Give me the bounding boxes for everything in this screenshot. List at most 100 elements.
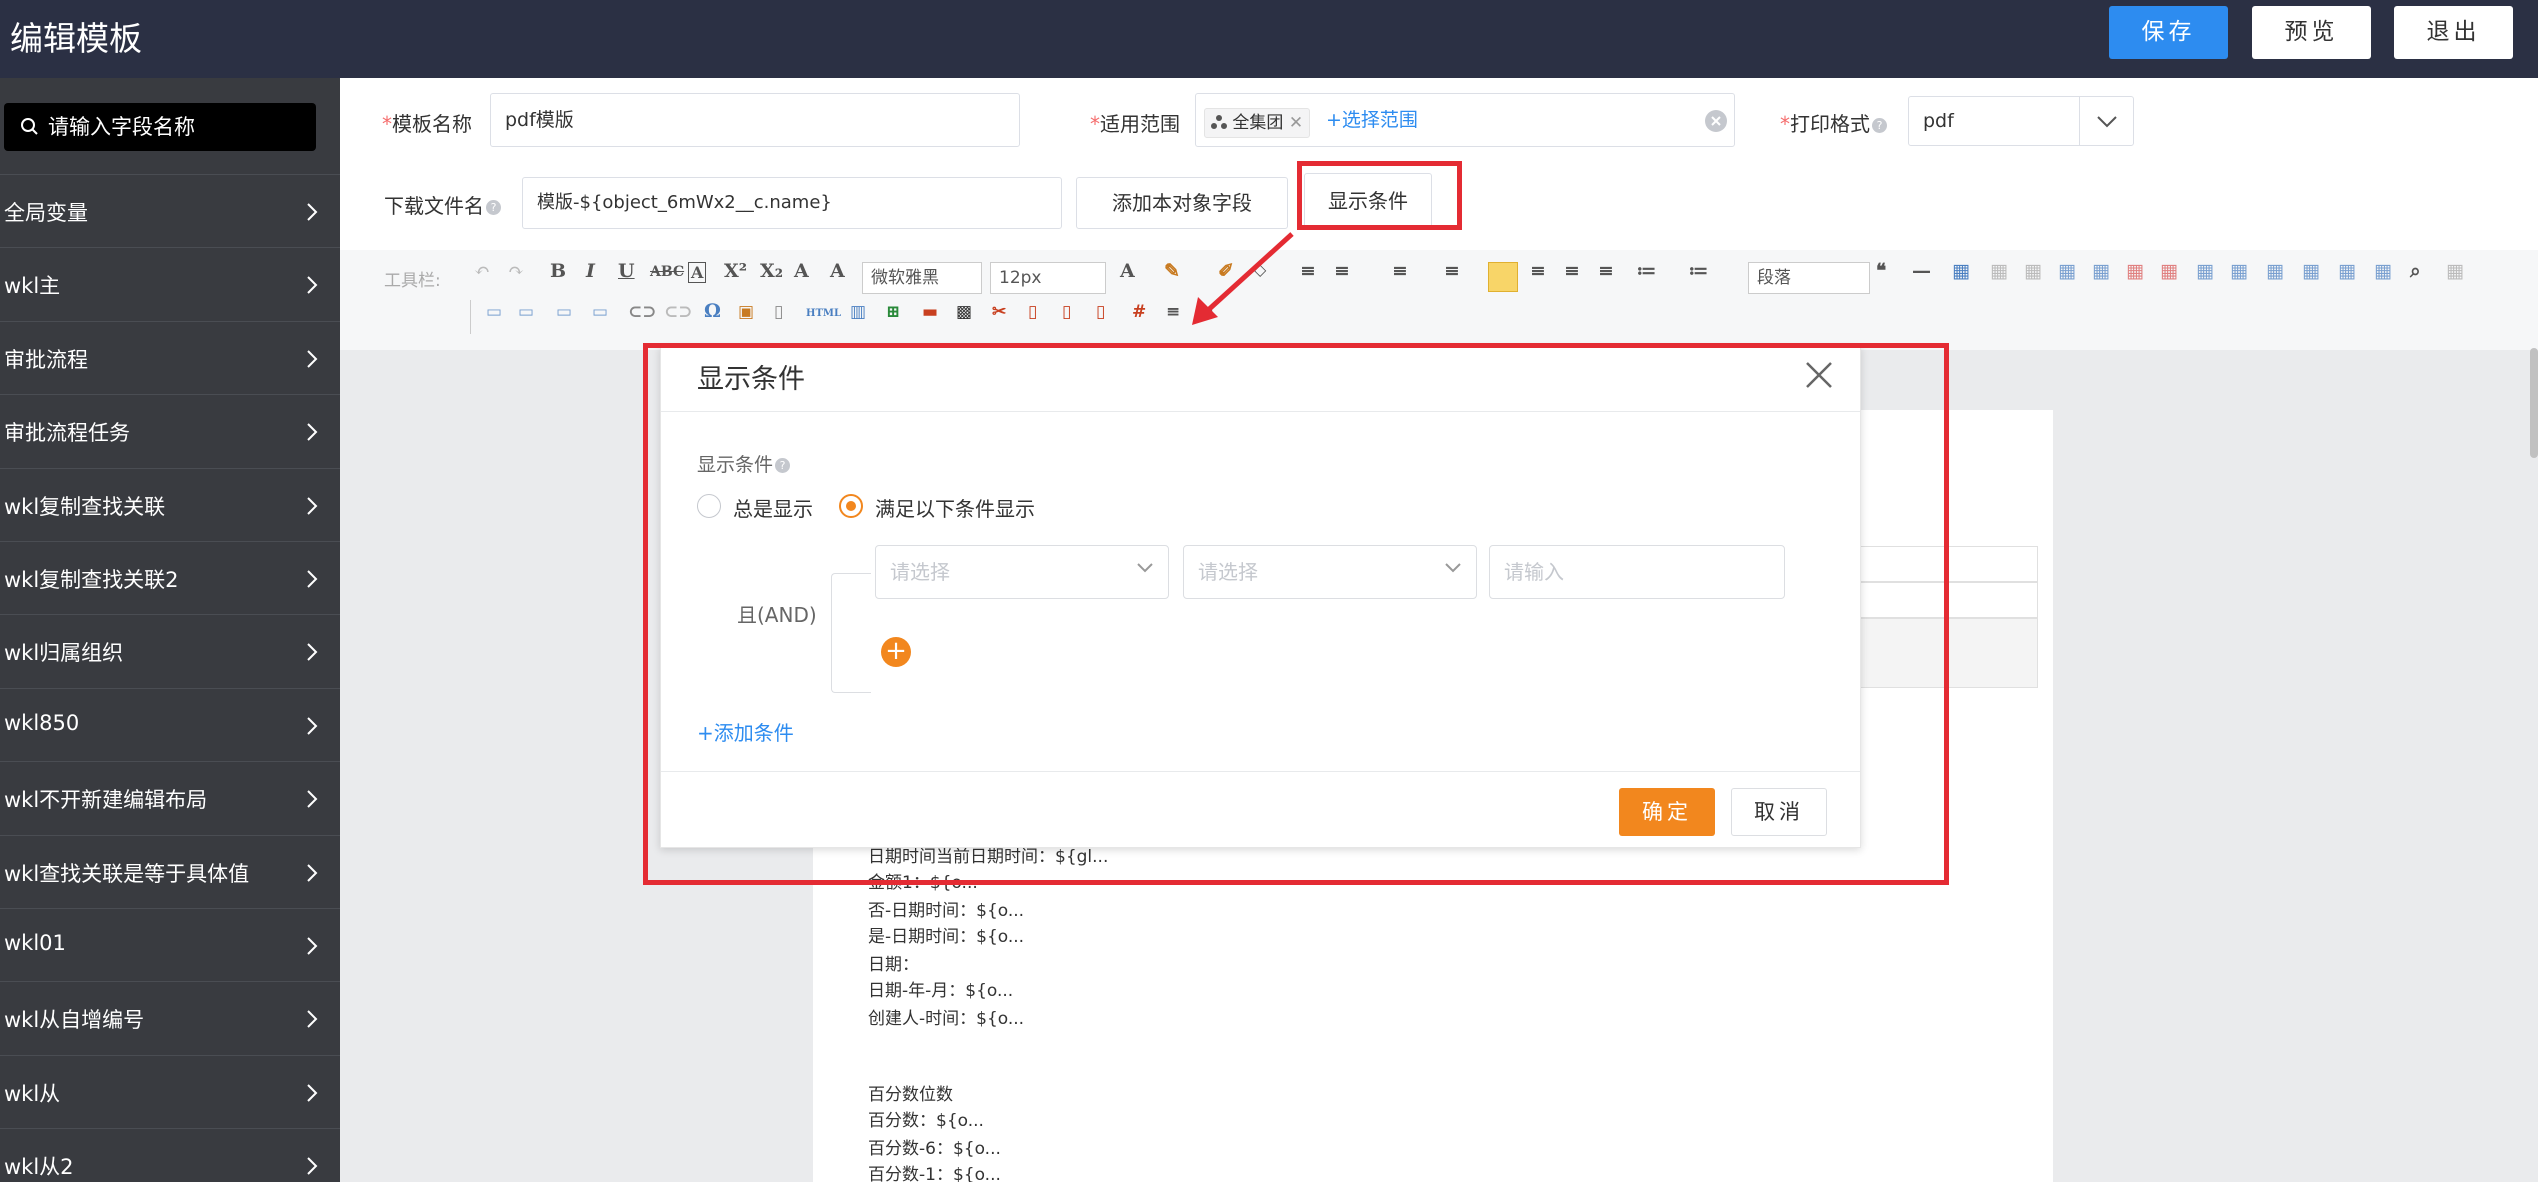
insert-icon[interactable]: ▭ [518, 302, 534, 322]
superscript-icon[interactable]: X² [724, 260, 747, 282]
vertical-align-icon[interactable]: ≡ [1444, 260, 1460, 282]
file-icon[interactable]: ▯ [774, 302, 783, 322]
sidebar-item[interactable]: wkl01 [0, 908, 340, 981]
table-tool-icon[interactable]: ▦ [2302, 260, 2320, 282]
sidebar-item[interactable]: wkl从2 [0, 1128, 340, 1182]
table-tool-icon[interactable]: ▦ [2266, 260, 2284, 282]
ordered-list-icon[interactable]: ≔ [1636, 260, 1657, 282]
rotate-icon[interactable]: ↻ [1200, 302, 1214, 322]
align-justify-icon[interactable]: ≡ [1598, 260, 1614, 282]
brush-icon[interactable]: ✐ [1218, 260, 1234, 282]
clear-icon[interactable] [1704, 109, 1728, 133]
sidebar-item[interactable]: wkl复制查找关联 [0, 467, 340, 541]
field-search-input[interactable] [48, 103, 308, 151]
chevron-down-icon [2097, 116, 2117, 128]
scope-input[interactable]: 全集团 ✕ +选择范围 [1195, 93, 1735, 147]
table-tool-icon[interactable]: ▦ [1990, 260, 2008, 282]
strikethrough-icon[interactable]: ABC [650, 264, 684, 280]
clear-format-icon[interactable]: A [830, 260, 845, 282]
unordered-list-icon[interactable]: ≔ [1688, 260, 1709, 282]
image-icon[interactable]: ▣ [738, 302, 754, 322]
undo-icon[interactable]: ↶ [474, 260, 490, 282]
blockquote-icon[interactable]: ❝ [1876, 260, 1886, 282]
hash-icon[interactable]: # [1132, 302, 1146, 322]
page-break-icon[interactable]: ≡ [1166, 302, 1180, 322]
underline-icon[interactable]: U [618, 260, 635, 282]
sidebar-item[interactable]: wkl不开新建编辑布局 [0, 761, 340, 834]
eraser-icon[interactable]: ◇ [1254, 260, 1266, 279]
table-icon[interactable]: ▦ [1952, 260, 1970, 282]
align-right-icon[interactable]: ≡ [1564, 260, 1580, 282]
sidebar-item-label: wkl主 [4, 274, 61, 299]
columns-icon[interactable]: ▥ [850, 302, 866, 322]
italic-icon[interactable]: I [586, 260, 595, 282]
sidebar-item[interactable]: wkl从 [0, 1054, 340, 1128]
sidebar-item[interactable]: wkl850 [0, 687, 340, 761]
insert-icon[interactable]: ▭ [592, 302, 608, 322]
sidebar-item[interactable]: wkl主 [0, 247, 340, 320]
exit-button[interactable]: 退出 [2394, 6, 2513, 59]
insert-icon[interactable]: ▭ [486, 302, 502, 322]
scrollbar-thumb[interactable] [2530, 348, 2538, 458]
scope-tag-label: 全集团 [1232, 113, 1284, 133]
doc-icon[interactable]: ▯ [1096, 302, 1105, 322]
unlink-icon[interactable]: ⊂⊃ [664, 302, 693, 322]
doc-icon[interactable]: ▯ [1028, 302, 1037, 322]
template-name-input[interactable]: pdf模版 [490, 93, 1020, 147]
search-replace-icon[interactable]: ⌕ [2410, 260, 2421, 282]
table-tool-icon[interactable]: ▦ [2446, 260, 2464, 282]
redo-icon[interactable]: ↷ [508, 260, 524, 282]
tag-remove-icon[interactable]: ✕ [1289, 113, 1303, 133]
special-char-icon[interactable]: Ω [704, 300, 721, 322]
align-center-icon[interactable]: ≡ [1530, 260, 1546, 282]
download-name-input[interactable]: 模版-${object_6mWx2__c.name} [522, 177, 1062, 229]
align-left-icon[interactable] [1488, 262, 1518, 292]
qrcode-icon[interactable]: ▩ [956, 302, 972, 322]
format-match-icon[interactable]: A [794, 260, 809, 282]
bold-icon[interactable]: B [550, 260, 566, 282]
indent-icon[interactable]: ≡ [1300, 260, 1316, 282]
html-icon[interactable]: HTML [806, 308, 841, 319]
print-format-select[interactable]: pdf [1908, 96, 2134, 146]
table-tool-icon[interactable]: ▦ [2196, 260, 2214, 282]
highlight-icon[interactable]: ✎ [1164, 260, 1180, 282]
paragraph-spacing-icon[interactable]: ≡ [1392, 260, 1408, 282]
table-tool-icon[interactable]: ▦ [2092, 260, 2110, 282]
sidebar-item[interactable]: 审批流程 [0, 320, 340, 394]
sidebar-item-label: wkl850 [4, 710, 80, 735]
table-tool-icon[interactable]: ▦ [2230, 260, 2248, 282]
sidebar-item[interactable]: 审批流程任务 [0, 394, 340, 467]
save-button[interactable]: 保存 [2109, 6, 2228, 59]
doc-icon[interactable]: ▯ [1062, 302, 1071, 322]
print-format-label: *打印格式? [1780, 108, 1887, 137]
sidebar-item[interactable]: wkl从自增编号 [0, 981, 340, 1054]
select-all-icon[interactable]: ⊞ [886, 302, 900, 322]
table-tool-icon[interactable]: ▦ [2338, 260, 2356, 282]
chevron-right-icon [307, 1084, 318, 1102]
sidebar-item[interactable]: wkl查找关联是等于具体值 [0, 834, 340, 908]
sidebar-item[interactable]: 全局变量 [0, 174, 340, 247]
chevron-right-icon [307, 863, 318, 882]
horizontal-rule-icon[interactable]: — [1912, 260, 1931, 282]
table-tool-icon[interactable]: ▦ [2058, 260, 2076, 282]
preview-button[interactable]: 预览 [2252, 6, 2371, 59]
cut-icon[interactable]: ✂ [992, 302, 1006, 322]
add-field-button[interactable]: 添加本对象字段 [1076, 177, 1288, 229]
subscript-icon[interactable]: X₂ [760, 260, 783, 282]
table-tool-icon[interactable]: ▦ [2160, 260, 2178, 282]
table-tool-icon[interactable]: ▦ [2024, 260, 2042, 282]
sidebar-item[interactable]: wkl复制查找关联2 [0, 541, 340, 614]
media-icon[interactable]: ▬ [922, 302, 938, 322]
font-size-select[interactable]: 12px [990, 262, 1106, 294]
font-color-icon[interactable]: A [1120, 260, 1135, 282]
font-border-icon[interactable]: A [688, 262, 707, 283]
sidebar-item[interactable]: wkl归属组织 [0, 614, 340, 687]
select-scope-link[interactable]: +选择范围 [1326, 94, 1418, 146]
insert-icon[interactable]: ▭ [556, 302, 572, 322]
paragraph-select[interactable]: 段落 [1748, 262, 1870, 294]
table-tool-icon[interactable]: ▦ [2126, 260, 2144, 282]
link-icon[interactable]: ⊂⊃ [628, 302, 657, 322]
font-family-select[interactable]: 微软雅黑 [862, 262, 982, 294]
table-tool-icon[interactable]: ▦ [2374, 260, 2392, 282]
line-height-icon[interactable]: ≡ [1334, 260, 1350, 282]
